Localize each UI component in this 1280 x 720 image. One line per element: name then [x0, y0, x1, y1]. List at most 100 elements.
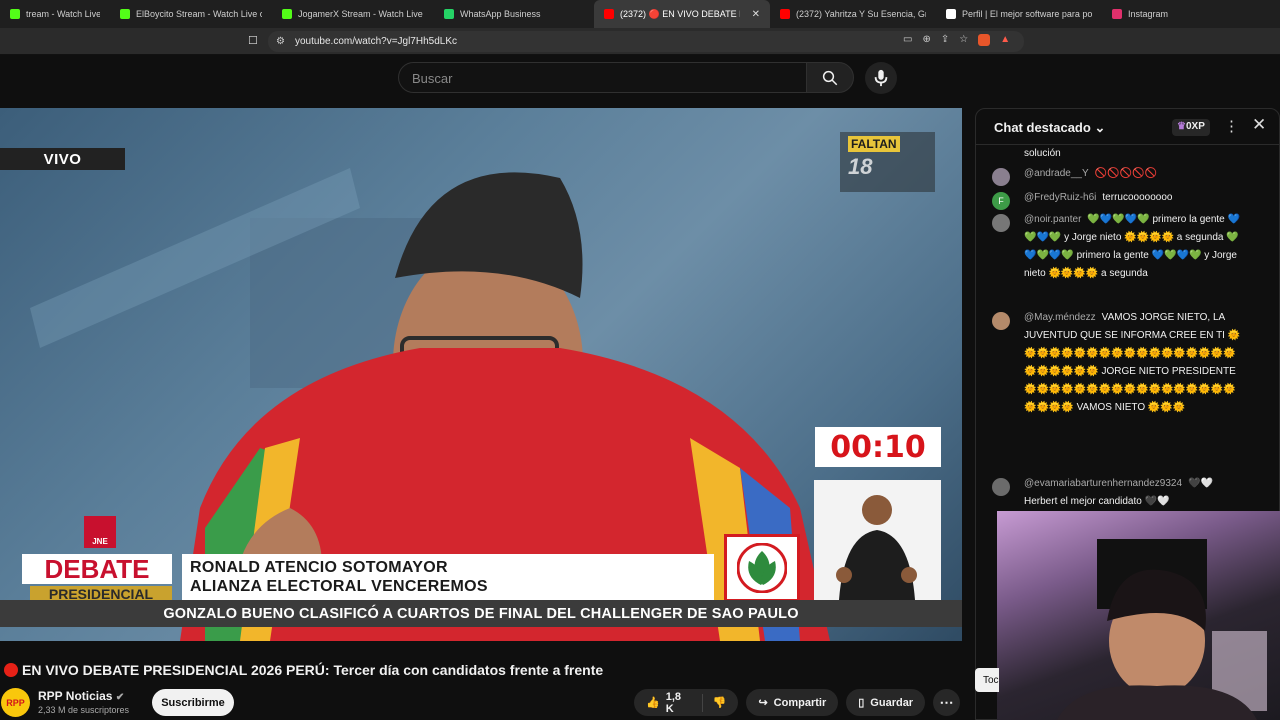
site-settings-icon[interactable]: ⚙ — [276, 36, 285, 47]
tab-label: tream - Watch Live on Ki — [26, 9, 100, 19]
browser-tab[interactable]: ElBoycito Stream - Watch Live on — [110, 0, 272, 28]
chat-mode-dropdown[interactable]: Chat destacado ⌄ — [994, 120, 1105, 136]
search-input[interactable]: Buscar — [398, 62, 806, 93]
chat-header: Chat destacado ⌄ ♛0XP ⋮ ✕ — [976, 109, 1279, 145]
chat-message-body: @FredyRuiz-h6i terrucoooooooo — [1024, 189, 1242, 207]
star-icon[interactable]: ☆ — [959, 34, 968, 46]
tab-favicon-icon — [120, 9, 130, 19]
party-name: ALIANZA ELECTORAL VENCEREMOS — [190, 578, 488, 595]
rewards-icon[interactable]: ▲ — [1000, 34, 1010, 46]
video-title: EN VIVO DEBATE PRESIDENCIAL 2026 PERÚ: T… — [0, 660, 960, 680]
party-logo — [724, 534, 800, 602]
tab-label: JogamerX Stream - Watch Live on — [298, 9, 424, 19]
voice-search-button[interactable] — [865, 62, 897, 94]
youtube-masthead: Buscar — [0, 55, 1280, 107]
chat-avatar[interactable] — [992, 214, 1010, 232]
bookmark-icon[interactable]: ☐ — [248, 34, 258, 47]
chat-message-body: solución — [1024, 145, 1242, 163]
chat-message: @May.méndezz VAMOS JORGE NIETO, LA JUVENT… — [992, 309, 1242, 417]
streamer-figure — [1057, 539, 1267, 720]
chevron-down-icon: ⌄ — [1094, 120, 1106, 135]
chat-text: VAMOS JORGE NIETO, LA JUVENTUD QUE SE IN… — [1024, 312, 1241, 413]
chat-message-body: @evamariabarturenhernandez9324 🖤🤍 Herbert… — [1024, 475, 1242, 511]
chat-text: terrucoooooooo — [1102, 192, 1173, 203]
chat-author[interactable]: @FredyRuiz-h6i — [1024, 192, 1096, 203]
browser-tab[interactable]: Instagram — [1102, 0, 1220, 28]
browser-tab[interactable]: JogamerX Stream - Watch Live on — [272, 0, 434, 28]
browser-tab[interactable]: (2372) Yahritza Y Su Esencia, Grupo F — [770, 0, 936, 28]
chat-author[interactable]: @noir.panter — [1024, 214, 1081, 225]
live-indicator-icon — [4, 663, 18, 677]
video-actions: 👍 1,8 K 👎 ↪ Compartir ▯ Guardar ⋯ — [634, 689, 960, 716]
channel-row: RPP RPP Noticias ✔ 2,33 M de suscriptore… — [0, 686, 960, 720]
chat-message: @andrade__Y 🚫🚫🚫🚫🚫 — [992, 165, 1242, 186]
tab-label: WhatsApp Business — [460, 9, 541, 19]
channel-avatar[interactable]: RPP — [1, 688, 30, 717]
chat-avatar[interactable]: F — [992, 192, 1010, 210]
chat-message: @evamariabarturenhernandez9324 🖤🤍 Herbert… — [992, 475, 1242, 511]
video-title-text: EN VIVO DEBATE PRESIDENCIAL 2026 PERÚ: T… — [22, 662, 604, 678]
chat-author[interactable]: @May.méndezz — [1024, 312, 1096, 323]
channel-name[interactable]: RPP Noticias ✔ — [38, 689, 124, 703]
like-button[interactable]: 👍 1,8 K 👎 — [634, 689, 739, 716]
save-label: Guardar — [870, 696, 914, 709]
like-count: 1,8 K — [665, 690, 681, 715]
remaining-counter: FALTAN 18 — [840, 132, 935, 192]
browser-tab[interactable]: WhatsApp Business — [434, 0, 594, 28]
browser-tab[interactable]: (2372) 🔴 EN VIVO DEBATE PR ✕ — [594, 0, 770, 28]
tab-label: (2372) Yahritza Y Su Esencia, Grupo F — [796, 9, 926, 19]
address-bar-row: ☐ ⚙ youtube.com/watch?v=Jgl7Hh5dLKc ▭ ⊕ … — [0, 28, 1280, 55]
save-button[interactable]: ▯ Guardar — [846, 689, 926, 716]
chat-message: @noir.panter 💚💙💚💙💚 primero la gente 💙💚💙💚 … — [992, 211, 1242, 283]
tab-favicon-icon — [946, 9, 956, 19]
faltan-value: 18 — [848, 154, 873, 179]
microphone-icon — [874, 69, 888, 87]
url-text: youtube.com/watch?v=Jgl7Hh5dLKc — [294, 36, 458, 47]
browser-tab[interactable]: tream - Watch Live on Ki — [0, 0, 110, 28]
webcam-overlay — [997, 511, 1280, 720]
share-page-icon[interactable]: ⇪ — [941, 34, 949, 46]
speech-timer: 00:10 — [815, 427, 941, 467]
tab-favicon-icon — [1112, 9, 1122, 19]
more-actions-icon[interactable]: ⋯ — [933, 689, 960, 716]
debate-word: DEBATE — [45, 554, 150, 584]
zoom-icon[interactable]: ⊕ — [922, 34, 930, 46]
chat-avatar[interactable] — [992, 168, 1010, 186]
interpreter-figure — [836, 495, 917, 600]
cast-icon[interactable]: ▭ — [903, 34, 912, 46]
xp-badge[interactable]: ♛0XP — [1172, 119, 1210, 136]
chat-menu-icon[interactable]: ⋮ — [1224, 117, 1239, 135]
live-badge: VIVO — [0, 148, 125, 170]
thumbs-down-icon[interactable]: 👎 — [713, 696, 727, 709]
leaf-icon — [737, 543, 787, 593]
chat-avatar[interactable] — [992, 312, 1010, 330]
brave-shield-icon[interactable] — [978, 34, 991, 46]
video-player[interactable]: VIVO FALTAN 18 00:10 JNE DEBATE PRESIDEN… — [0, 108, 962, 641]
subscriber-count: 2,33 M de suscriptores — [38, 705, 130, 715]
share-button[interactable]: ↪ Compartir — [746, 689, 839, 716]
sign-language-interpreter — [814, 480, 941, 600]
search-button[interactable] — [806, 62, 854, 93]
share-label: Compartir — [773, 696, 827, 709]
subscribe-button[interactable]: Suscribirme — [152, 689, 234, 716]
chat-message-body: @andrade__Y 🚫🚫🚫🚫🚫 — [1024, 165, 1242, 183]
tab-close-icon[interactable]: ✕ — [752, 9, 760, 20]
faltan-label: FALTAN — [848, 136, 900, 152]
chat-text: 🚫🚫🚫🚫🚫 — [1094, 168, 1157, 179]
tab-label: (2372) 🔴 EN VIVO DEBATE PR — [620, 8, 740, 19]
tab-favicon-icon — [282, 9, 292, 19]
tab-favicon-icon — [444, 9, 454, 19]
chat-avatar[interactable] — [992, 478, 1010, 496]
bookmark-save-icon: ▯ — [858, 697, 865, 709]
browser-toolbar: ▭ ⊕ ⇪ ☆ ▲ — [903, 34, 1010, 46]
chat-message-body: @May.méndezz VAMOS JORGE NIETO, LA JUVENT… — [1024, 309, 1242, 417]
browser-tab[interactable]: Perfil | El mejor software para potenc — [936, 0, 1102, 28]
tab-label: Instagram — [1128, 9, 1169, 19]
tab-label: ElBoycito Stream - Watch Live on — [136, 9, 262, 19]
tab-favicon-icon — [780, 9, 790, 19]
close-icon[interactable]: ✕ — [1252, 115, 1266, 135]
tab-label: Perfil | El mejor software para potenc — [962, 9, 1092, 19]
chat-author[interactable]: @evamariabarturenhernandez9324 — [1024, 478, 1182, 489]
chat-author[interactable]: @andrade__Y — [1024, 168, 1089, 179]
toast-tab[interactable]: Toc — [975, 668, 999, 692]
